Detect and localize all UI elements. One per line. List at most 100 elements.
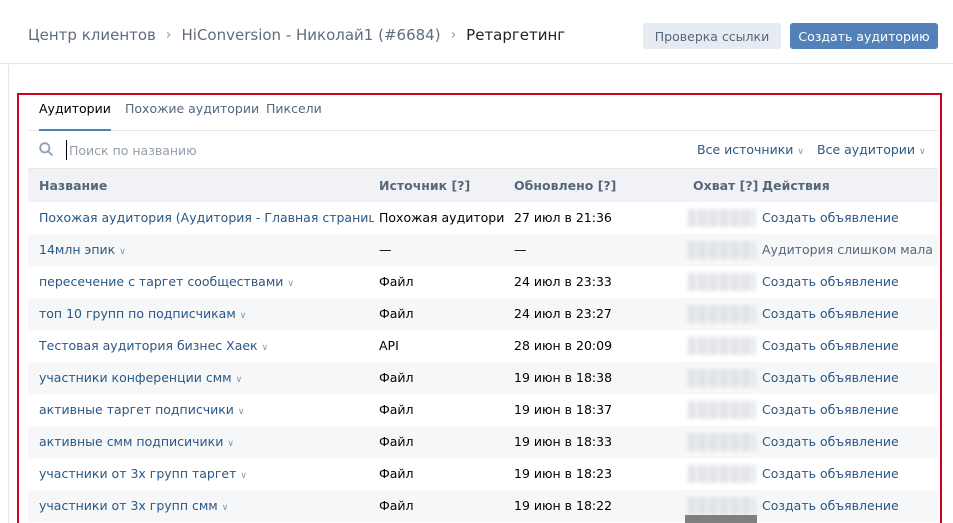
create-ad-link[interactable]: Создать объявление (762, 466, 938, 481)
create-ad-link[interactable]: Создать объявление (762, 338, 938, 353)
audience-source: Файл (379, 306, 414, 321)
column-updated[interactable]: Обновлено [?] (514, 178, 616, 193)
search-row: Все источники∨ Все аудитории∨ (28, 131, 938, 169)
table-row: Похожая аудитория (Аудитория - Главная с… (28, 202, 938, 234)
chevron-down-icon: ∨ (919, 147, 926, 157)
audience-source: Похожая аудитория (379, 210, 504, 225)
create-audience-button[interactable]: Создать аудиторию (790, 23, 938, 49)
audience-source: Файл (379, 274, 414, 289)
audience-reach-blurred (688, 433, 756, 451)
reach-redaction (685, 515, 757, 523)
table-row: Тестовая аудитория бизнес Хаек ∨ API 28 июн… (28, 330, 938, 362)
table-body: Похожая аудитория (Аудитория - Главная с… (28, 202, 938, 522)
create-ad-link[interactable]: Создать объявление (762, 210, 938, 225)
column-reach[interactable]: Охват [?] (693, 178, 758, 193)
chevron-down-icon[interactable]: ∨ (262, 343, 269, 353)
audience-source: API (379, 338, 399, 353)
chevron-down-icon[interactable]: ∨ (238, 407, 245, 417)
tab-audiences[interactable]: Аудитории (39, 101, 111, 131)
audience-reach-blurred (688, 497, 756, 515)
search-input[interactable] (66, 140, 366, 160)
page-title: Ретаргетинг (466, 26, 566, 44)
table-row: топ 10 групп по подписчикам ∨ Файл 24 июл в… (28, 298, 938, 330)
audience-name: пересечение с таргет сообществами (39, 274, 284, 289)
tab-pixels[interactable]: Пиксели (266, 101, 322, 131)
table-header: Название Источник [?] Обновлено [?] Охва… (28, 169, 938, 202)
breadcrumb-separator-icon: › (165, 27, 172, 43)
table-row: участники от 3х групп смм ∨ Файл 19 июн в 1… (28, 490, 938, 522)
sources-filter[interactable]: Все источники ∨ (697, 142, 804, 157)
audiences-table: Название Источник [?] Обновлено [?] Охва… (28, 169, 938, 522)
audience-name: 14млн эпик (39, 242, 116, 257)
chevron-down-icon[interactable]: ∨ (287, 279, 294, 289)
create-ad-link[interactable]: Создать объявление (762, 434, 938, 449)
chevron-down-icon[interactable]: ∨ (222, 503, 229, 513)
audience-name: активные смм подписичики (39, 434, 224, 449)
audience-name-link[interactable]: 14млн эпик ∨ (39, 242, 374, 257)
audience-updated: 19 июн в 18:38 (514, 370, 613, 385)
audience-name: Похожая аудитория (Аудитория - Главная с… (39, 210, 374, 225)
audience-name: Тестовая аудитория бизнес Хаек (39, 338, 258, 353)
create-ad-link[interactable]: Создать объявление (762, 498, 938, 513)
audience-updated: — (514, 242, 527, 257)
audience-reach-blurred (688, 369, 756, 387)
audience-name: участники от 3х групп смм (39, 498, 218, 513)
chevron-down-icon[interactable]: ∨ (119, 247, 126, 257)
column-actions: Действия (762, 178, 830, 193)
audience-reach-blurred (688, 401, 756, 419)
create-ad-link[interactable]: Создать объявление (762, 402, 938, 417)
audience-updated: 19 июн в 18:23 (514, 466, 613, 481)
audience-source: Файл (379, 434, 414, 449)
table-row: участники от 3х групп таргет ∨ Файл 19 июн … (28, 458, 938, 490)
breadcrumb-account[interactable]: HiConversion - Николай1 (#6684) (182, 26, 441, 44)
audience-name-link[interactable]: участники от 3х групп таргет ∨ (39, 466, 374, 481)
column-name[interactable]: Название (39, 178, 107, 193)
audience-name-link[interactable]: Тестовая аудитория бизнес Хаек ∨ (39, 338, 374, 353)
audience-source: Файл (379, 498, 414, 513)
breadcrumb-client-center[interactable]: Центр клиентов (28, 26, 156, 44)
audience-tabs: Аудитории Похожие аудитории Пиксели (28, 95, 938, 131)
audience-updated: 19 июн в 18:33 (514, 434, 613, 449)
audience-name-link[interactable]: топ 10 групп по подписчикам ∨ (39, 306, 374, 321)
audience-updated: 27 июл в 21:36 (514, 210, 612, 225)
table-row: участники конференции смм ∨ Файл 19 июн в 1… (28, 362, 938, 394)
page-header: Центр клиентов › HiConversion - Николай1… (0, 0, 953, 64)
audience-updated: 19 июн в 18:22 (514, 498, 613, 513)
audience-reach-blurred (688, 337, 756, 355)
audience-name-link[interactable]: пересечение с таргет сообществами ∨ (39, 274, 374, 289)
table-row: пересечение с таргет сообществами ∨ Файл 24… (28, 266, 938, 298)
audience-name: участники конференции смм (39, 370, 232, 385)
column-source[interactable]: Источник [?] (379, 178, 470, 193)
audience-too-small-label: Аудитория слишком мала (762, 242, 933, 257)
create-ad-link[interactable]: Создать объявление (762, 306, 938, 321)
breadcrumb: Центр клиентов › HiConversion - Николай1… (28, 26, 565, 44)
table-row: 14млн эпик ∨ — — Аудитория слишком мала (28, 234, 938, 266)
audience-updated: 24 июл в 23:33 (514, 274, 612, 289)
audience-source: Файл (379, 402, 414, 417)
chevron-down-icon[interactable]: ∨ (240, 471, 247, 481)
chevron-down-icon: ∨ (797, 147, 804, 157)
chevron-down-icon[interactable]: ∨ (240, 311, 247, 321)
audiences-filter[interactable]: Все аудитории ∨ (817, 142, 926, 157)
audience-reach-blurred (688, 305, 756, 323)
create-ad-link[interactable]: Создать объявление (762, 370, 938, 385)
audience-name-link[interactable]: активные смм подписичики ∨ (39, 434, 374, 449)
audience-name: участники от 3х групп таргет (39, 466, 237, 481)
tab-lookalike-audiences[interactable]: Похожие аудитории (125, 101, 259, 131)
chevron-down-icon[interactable]: ∨ (227, 439, 234, 449)
audience-name-link[interactable]: участники конференции смм ∨ (39, 370, 374, 385)
audience-updated: 28 июн в 20:09 (514, 338, 613, 353)
breadcrumb-separator-icon: › (450, 27, 457, 43)
table-row: активные смм подписичики ∨ Файл 19 июн в 18… (28, 426, 938, 458)
audience-name: топ 10 групп по подписчикам (39, 306, 236, 321)
check-link-button[interactable]: Проверка ссылки (643, 23, 781, 49)
audience-reach-blurred (688, 465, 756, 483)
audience-name-link[interactable]: участники от 3х групп смм ∨ (39, 498, 374, 513)
audience-name-link[interactable]: Похожая аудитория (Аудитория - Главная с… (39, 210, 374, 225)
chevron-down-icon[interactable]: ∨ (236, 375, 243, 385)
audience-name-link[interactable]: активные таргет подписчики ∨ (39, 402, 374, 417)
create-ad-link[interactable]: Создать объявление (762, 274, 938, 289)
audience-source: Файл (379, 466, 414, 481)
audience-source: Файл (379, 370, 414, 385)
sources-filter-label: Все источники (697, 142, 794, 157)
